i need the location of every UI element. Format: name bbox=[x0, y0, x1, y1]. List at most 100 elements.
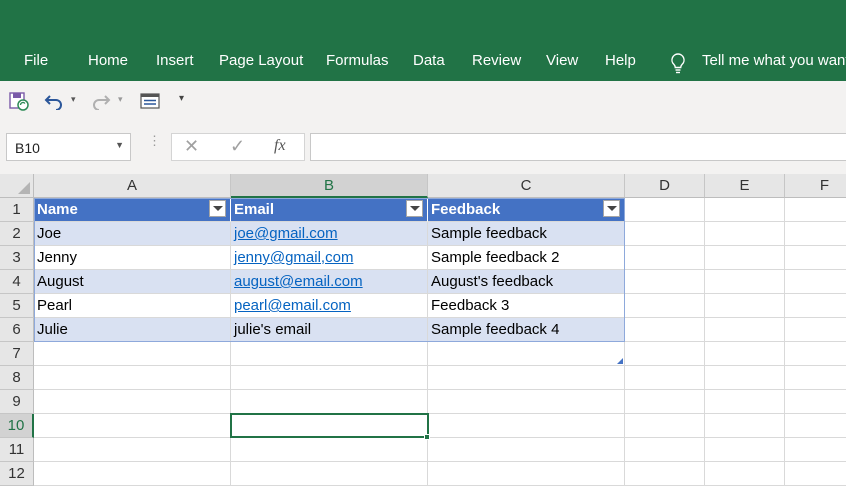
empty-cell[interactable] bbox=[705, 438, 785, 462]
enter-icon[interactable]: ✓ bbox=[230, 136, 245, 157]
column-header-f[interactable]: F bbox=[785, 174, 846, 198]
row-header-10[interactable]: 10 bbox=[0, 414, 34, 438]
empty-cell[interactable] bbox=[231, 342, 428, 366]
cell-c2[interactable]: Sample feedback bbox=[428, 222, 625, 246]
empty-cell[interactable] bbox=[428, 438, 625, 462]
row-header-4[interactable]: 4 bbox=[0, 270, 34, 294]
empty-cell[interactable] bbox=[625, 366, 705, 390]
empty-cell[interactable] bbox=[231, 438, 428, 462]
empty-cell[interactable] bbox=[625, 318, 705, 342]
row-header-9[interactable]: 9 bbox=[0, 390, 34, 414]
row-header-7[interactable]: 7 bbox=[0, 342, 34, 366]
empty-cell[interactable] bbox=[231, 390, 428, 414]
empty-cell[interactable] bbox=[705, 294, 785, 318]
cell-a6[interactable]: Julie bbox=[34, 318, 231, 342]
tab-help[interactable]: Help bbox=[605, 52, 636, 69]
row-header-2[interactable]: 2 bbox=[0, 222, 34, 246]
email-link[interactable]: joe@gmail.com bbox=[234, 225, 338, 242]
tab-view[interactable]: View bbox=[546, 52, 578, 69]
cell-b4[interactable]: august@email.com bbox=[231, 270, 428, 294]
tab-data[interactable]: Data bbox=[413, 52, 445, 69]
empty-cell[interactable] bbox=[231, 366, 428, 390]
empty-cell[interactable] bbox=[625, 246, 705, 270]
empty-cell[interactable] bbox=[34, 366, 231, 390]
cell-b3[interactable]: jenny@gmail,com bbox=[231, 246, 428, 270]
table-resize-handle[interactable] bbox=[617, 358, 623, 364]
empty-cell[interactable] bbox=[785, 198, 846, 222]
tab-formulas[interactable]: Formulas bbox=[326, 52, 389, 69]
row-header-8[interactable]: 8 bbox=[0, 366, 34, 390]
email-link[interactable]: august@email.com bbox=[234, 273, 363, 290]
empty-cell[interactable] bbox=[785, 318, 846, 342]
filter-dropdown-icon[interactable] bbox=[603, 200, 620, 217]
cell-a3[interactable]: Jenny bbox=[34, 246, 231, 270]
empty-cell[interactable] bbox=[785, 462, 846, 486]
empty-cell[interactable] bbox=[34, 438, 231, 462]
chevron-down-icon[interactable]: ▼ bbox=[115, 140, 124, 150]
row-header-11[interactable]: 11 bbox=[0, 438, 34, 462]
empty-cell[interactable] bbox=[705, 390, 785, 414]
tab-insert[interactable]: Insert bbox=[156, 52, 194, 69]
empty-cell[interactable] bbox=[705, 414, 785, 438]
empty-cell[interactable] bbox=[705, 318, 785, 342]
tab-page-layout[interactable]: Page Layout bbox=[219, 52, 303, 69]
empty-cell[interactable] bbox=[625, 270, 705, 294]
empty-cell[interactable] bbox=[428, 462, 625, 486]
empty-cell[interactable] bbox=[705, 342, 785, 366]
empty-cell[interactable] bbox=[785, 390, 846, 414]
empty-cell[interactable] bbox=[705, 462, 785, 486]
active-cell-b10[interactable] bbox=[230, 413, 429, 438]
undo-icon[interactable] bbox=[44, 92, 64, 115]
cell-a4[interactable]: August bbox=[34, 270, 231, 294]
empty-cell[interactable] bbox=[625, 198, 705, 222]
cell-a2[interactable]: Joe bbox=[34, 222, 231, 246]
empty-cell[interactable] bbox=[34, 390, 231, 414]
redo-dropdown-icon[interactable]: ▾ bbox=[118, 94, 123, 105]
row-header-5[interactable]: 5 bbox=[0, 294, 34, 318]
column-header-a[interactable]: A bbox=[34, 174, 231, 198]
empty-cell[interactable] bbox=[625, 390, 705, 414]
empty-cell[interactable] bbox=[785, 366, 846, 390]
empty-cell[interactable] bbox=[34, 342, 231, 366]
empty-cell[interactable] bbox=[785, 222, 846, 246]
empty-cell[interactable] bbox=[231, 462, 428, 486]
email-link[interactable]: pearl@email.com bbox=[234, 297, 351, 314]
empty-cell[interactable] bbox=[785, 342, 846, 366]
empty-cell[interactable] bbox=[705, 222, 785, 246]
empty-cell[interactable] bbox=[428, 366, 625, 390]
cell-c6[interactable]: Sample feedback 4 bbox=[428, 318, 625, 342]
empty-cell[interactable] bbox=[34, 414, 231, 438]
redo-icon[interactable] bbox=[91, 92, 111, 115]
column-header-b[interactable]: B bbox=[231, 174, 428, 198]
empty-cell[interactable] bbox=[625, 414, 705, 438]
undo-dropdown-icon[interactable]: ▾ bbox=[71, 94, 76, 105]
autosave-icon[interactable] bbox=[9, 91, 29, 116]
table-header-feedback[interactable]: Feedback bbox=[428, 198, 625, 222]
row-header-1[interactable]: 1 bbox=[0, 198, 34, 222]
table-header-name[interactable]: Name bbox=[34, 198, 231, 222]
empty-cell[interactable] bbox=[705, 270, 785, 294]
row-header-3[interactable]: 3 bbox=[0, 246, 34, 270]
tab-review[interactable]: Review bbox=[472, 52, 521, 69]
cell-b2[interactable]: joe@gmail.com bbox=[231, 222, 428, 246]
empty-cell[interactable] bbox=[705, 246, 785, 270]
empty-cell[interactable] bbox=[625, 342, 705, 366]
empty-cell[interactable] bbox=[625, 222, 705, 246]
filter-dropdown-icon[interactable] bbox=[406, 200, 423, 217]
email-link[interactable]: jenny@gmail,com bbox=[234, 249, 353, 266]
grip-icon[interactable]: ⋮ bbox=[148, 134, 161, 147]
empty-cell[interactable] bbox=[785, 438, 846, 462]
cell-a5[interactable]: Pearl bbox=[34, 294, 231, 318]
cancel-icon[interactable]: ✕ bbox=[184, 136, 199, 157]
insert-function-icon[interactable]: fx bbox=[274, 137, 286, 155]
empty-cell[interactable] bbox=[428, 390, 625, 414]
filter-dropdown-icon[interactable] bbox=[209, 200, 226, 217]
fill-handle[interactable] bbox=[424, 434, 430, 440]
cell-b6[interactable]: julie's email bbox=[231, 318, 428, 342]
formula-input[interactable] bbox=[310, 133, 846, 161]
tab-home[interactable]: Home bbox=[88, 52, 128, 69]
cell-c3[interactable]: Sample feedback 2 bbox=[428, 246, 625, 270]
empty-cell[interactable] bbox=[785, 246, 846, 270]
empty-cell[interactable] bbox=[785, 270, 846, 294]
empty-cell[interactable] bbox=[625, 294, 705, 318]
